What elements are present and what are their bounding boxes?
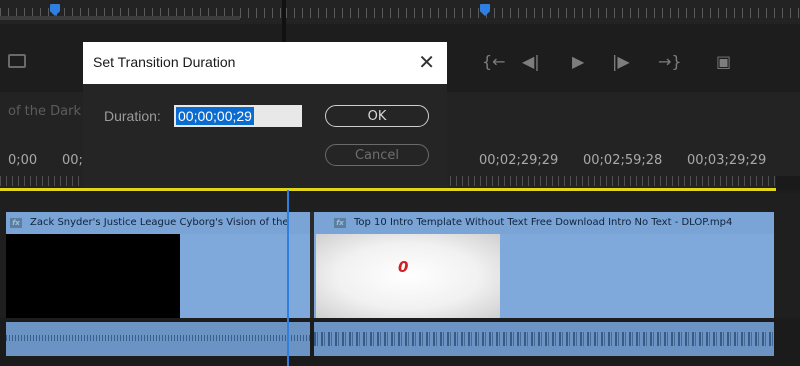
clip-thumbnail — [316, 234, 500, 318]
duration-value: 00;00;00;29 — [176, 107, 254, 125]
ruler-timecode: 00;02;29;29 — [479, 153, 559, 168]
work-area-bar[interactable] — [0, 188, 776, 191]
program-scrub-bar[interactable] — [286, 0, 800, 24]
audio-clip-justice-league[interactable] — [6, 322, 310, 356]
step-forward-icon[interactable]: |▶ — [612, 52, 630, 71]
dialog-titlebar[interactable]: Set Transition Duration ✕ — [83, 42, 447, 84]
ruler-end-cap — [776, 176, 800, 190]
ruler-timecode: 0;00 — [8, 153, 38, 168]
timeline-playhead[interactable] — [287, 190, 289, 366]
play-icon[interactable]: ▶ — [572, 52, 584, 71]
duration-label: Duration: — [104, 108, 161, 124]
cancel-button[interactable]: Cancel — [325, 144, 429, 166]
export-frame-icon[interactable]: ▣ — [716, 52, 731, 71]
thumbnail-glyph: 0 — [398, 258, 409, 276]
clip-thumbnail — [6, 234, 180, 318]
clip-title: Zack Snyder's Justice League Cyborg's Vi… — [30, 217, 289, 228]
close-icon[interactable]: ✕ — [418, 50, 435, 74]
fx-badge-icon[interactable]: fx — [10, 218, 22, 228]
audio-clip-intro-template[interactable] — [314, 322, 774, 356]
ok-button[interactable]: OK — [325, 105, 429, 127]
set-transition-duration-dialog: Set Transition Duration ✕ Duration: 00;0… — [83, 42, 447, 188]
source-scrub-bar[interactable] — [0, 0, 282, 24]
camera-icon[interactable] — [8, 54, 26, 68]
ruler-timecode: 00;03;29;29 — [687, 153, 767, 168]
ruler-timecode: 00; — [62, 153, 83, 168]
clip-title: Top 10 Intro Template Without Text Free … — [354, 217, 733, 228]
step-back-icon[interactable]: ◀| — [522, 52, 540, 71]
sequence-tab[interactable]: of the Dark — [8, 104, 81, 119]
ruler-timecode: 00;02;59;28 — [583, 153, 663, 168]
dialog-title: Set Transition Duration — [93, 54, 236, 70]
mark-in-icon[interactable]: {← — [482, 52, 506, 71]
mark-out-icon[interactable]: →} — [658, 52, 682, 71]
duration-input[interactable]: 00;00;00;29 — [174, 105, 302, 127]
fx-badge-icon[interactable]: fx — [334, 218, 346, 228]
transition-edit-point[interactable] — [310, 212, 314, 318]
